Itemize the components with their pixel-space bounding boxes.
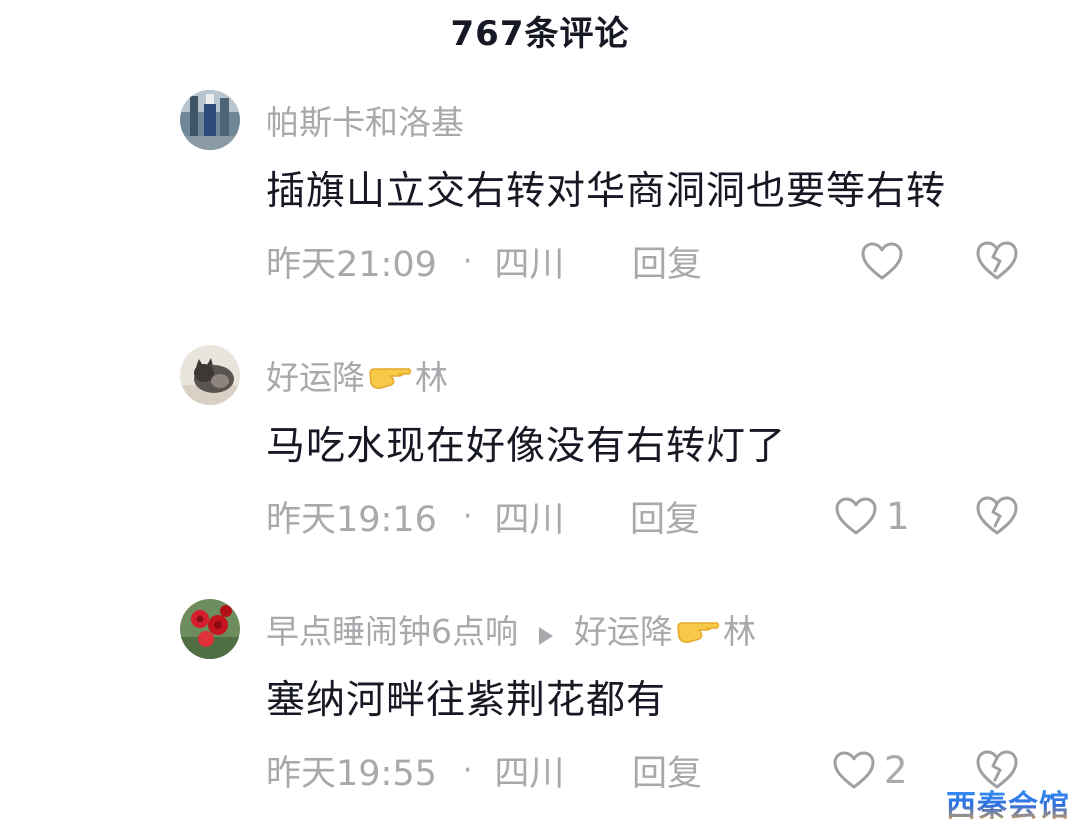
heart-icon (835, 497, 877, 535)
comment-location: 四川 (494, 244, 565, 285)
comment-time: 昨天19:55 (266, 753, 437, 794)
comment-item: 好运降 林 马吃水现在好像没有右转灯了 昨天19:16 · 四川 回复 1 (0, 345, 1080, 565)
like-button[interactable]: 2 (832, 745, 908, 795)
broken-heart-icon (976, 241, 1018, 280)
comment-item: 早点睡闹钟6点响 好运降 林 塞纳河畔往紫荆花都有 昨天19:55 · 四川 回… (0, 599, 1080, 819)
avatar-cat-icon (180, 345, 240, 405)
comment-location: 四川 (494, 753, 565, 794)
avatar-tower-icon (180, 90, 240, 150)
comment-meta: 昨天19:55 · 四川 (266, 745, 564, 795)
heart-icon (861, 242, 903, 280)
reply-button[interactable]: 回复 (630, 491, 700, 541)
comment-time: 昨天21:09 (266, 244, 437, 285)
comment-meta: 昨天19:16 · 四川 (266, 491, 564, 541)
dislike-button[interactable] (974, 238, 1020, 284)
broken-heart-icon (976, 496, 1018, 535)
like-button[interactable] (860, 236, 912, 286)
meta-separator: · (462, 498, 473, 534)
comment-item: 帕斯卡和洛基 插旗山立交右转对华商洞洞也要等右转 昨天21:09 · 四川 回复 (0, 90, 1080, 310)
comment-location: 四川 (494, 499, 565, 540)
username-row: 好运降 林 (266, 349, 448, 401)
watermark-logo: 西秦会馆 (946, 781, 1070, 825)
reply-label: 回复 (632, 244, 703, 285)
reply-button[interactable]: 回复 (632, 236, 702, 286)
reply-label: 回复 (632, 753, 703, 794)
comment-text: 塞纳河畔往紫荆花都有 (266, 678, 667, 723)
reply-arrow-icon (536, 617, 556, 645)
comments-header: 767条评论 (0, 0, 1080, 60)
dislike-button[interactable] (974, 493, 1020, 539)
reply-to-username-suffix: 林 (723, 612, 756, 651)
pointing-hand-emoji-icon (675, 614, 721, 644)
user-avatar[interactable] (180, 599, 240, 659)
reply-label: 回复 (630, 499, 701, 540)
comment-time: 昨天19:16 (266, 499, 437, 540)
user-avatar[interactable] (180, 345, 240, 405)
like-count: 1 (886, 494, 910, 538)
username-row: 帕斯卡和洛基 (266, 94, 464, 146)
comment-meta: 昨天21:09 · 四川 (266, 236, 564, 286)
user-avatar[interactable] (180, 90, 240, 150)
username[interactable]: 帕斯卡和洛基 (266, 96, 464, 144)
avatar-roses-icon (180, 599, 240, 659)
username-row: 早点睡闹钟6点响 好运降 林 (266, 603, 756, 655)
meta-separator: · (462, 243, 473, 279)
comment-text: 插旗山立交右转对华商洞洞也要等右转 (266, 169, 947, 214)
comment-text: 马吃水现在好像没有右转灯了 (266, 424, 787, 469)
like-count: 2 (884, 748, 908, 792)
username[interactable]: 好运降 (266, 351, 365, 399)
like-button[interactable]: 1 (834, 491, 910, 541)
reply-button[interactable]: 回复 (632, 745, 702, 795)
comment-count-title: 767条评论 (450, 13, 630, 54)
heart-icon (833, 751, 875, 789)
username[interactable]: 早点睡闹钟6点响 (266, 605, 518, 653)
meta-separator: · (462, 752, 473, 788)
pointing-hand-emoji-icon (367, 360, 413, 390)
username-suffix: 林 (415, 358, 448, 397)
reply-to-username[interactable]: 好运降 (574, 605, 673, 653)
